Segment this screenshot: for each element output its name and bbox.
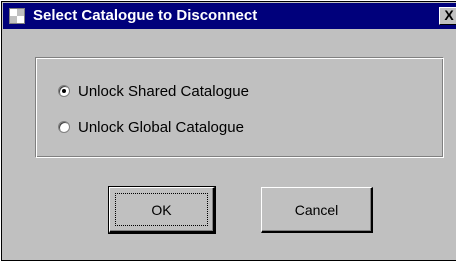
cancel-button-label: Cancel [294, 201, 339, 218]
title-bar[interactable]: Select Catalogue to Disconnect X [3, 3, 456, 29]
radio-selected-icon[interactable] [58, 85, 70, 97]
radio-label: Unlock Global Catalogue [78, 118, 244, 136]
radio-label: Unlock Shared Catalogue [78, 82, 249, 100]
window-app-icon [9, 8, 25, 24]
radio-unlock-shared-catalogue[interactable]: Unlock Shared Catalogue [58, 81, 249, 101]
cancel-button[interactable]: Cancel [261, 187, 373, 233]
ok-button[interactable]: OK [108, 186, 216, 234]
ok-button-label: OK [151, 201, 172, 218]
radio-unlock-global-catalogue[interactable]: Unlock Global Catalogue [58, 117, 244, 137]
catalogue-option-group [35, 57, 444, 158]
close-button[interactable]: X [439, 7, 456, 25]
window-title: Select Catalogue to Disconnect [33, 7, 258, 24]
close-icon: X [444, 7, 454, 23]
radio-unselected-icon[interactable] [58, 121, 70, 133]
